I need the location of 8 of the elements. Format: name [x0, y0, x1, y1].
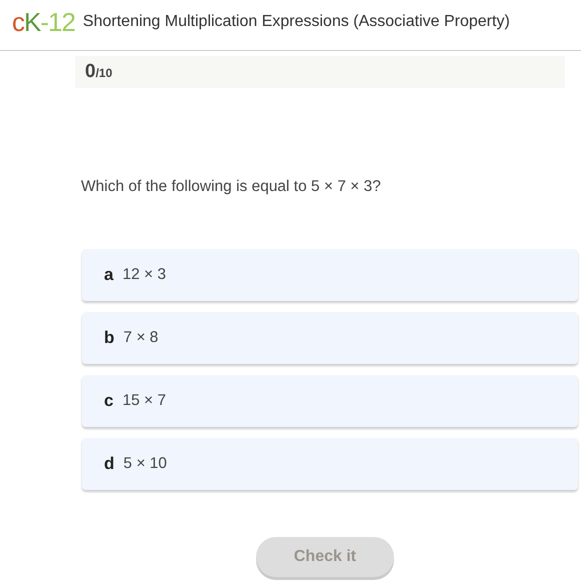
logo[interactable]: cK-12: [12, 6, 75, 38]
answer-option[interactable]: c 15 × 7: [82, 375, 578, 427]
answer-option[interactable]: d 5 × 10: [82, 438, 578, 490]
score-text: 0/10: [85, 61, 112, 83]
page-title: Shortening Multiplication Expressions (Associative Property): [82, 13, 510, 31]
question-text: Which of the following is equal to 5 × 7 × 3?: [81, 178, 382, 196]
answer-option[interactable]: a 12 × 3: [82, 249, 578, 301]
answer-option[interactable]: b 7 × 8: [82, 312, 578, 364]
